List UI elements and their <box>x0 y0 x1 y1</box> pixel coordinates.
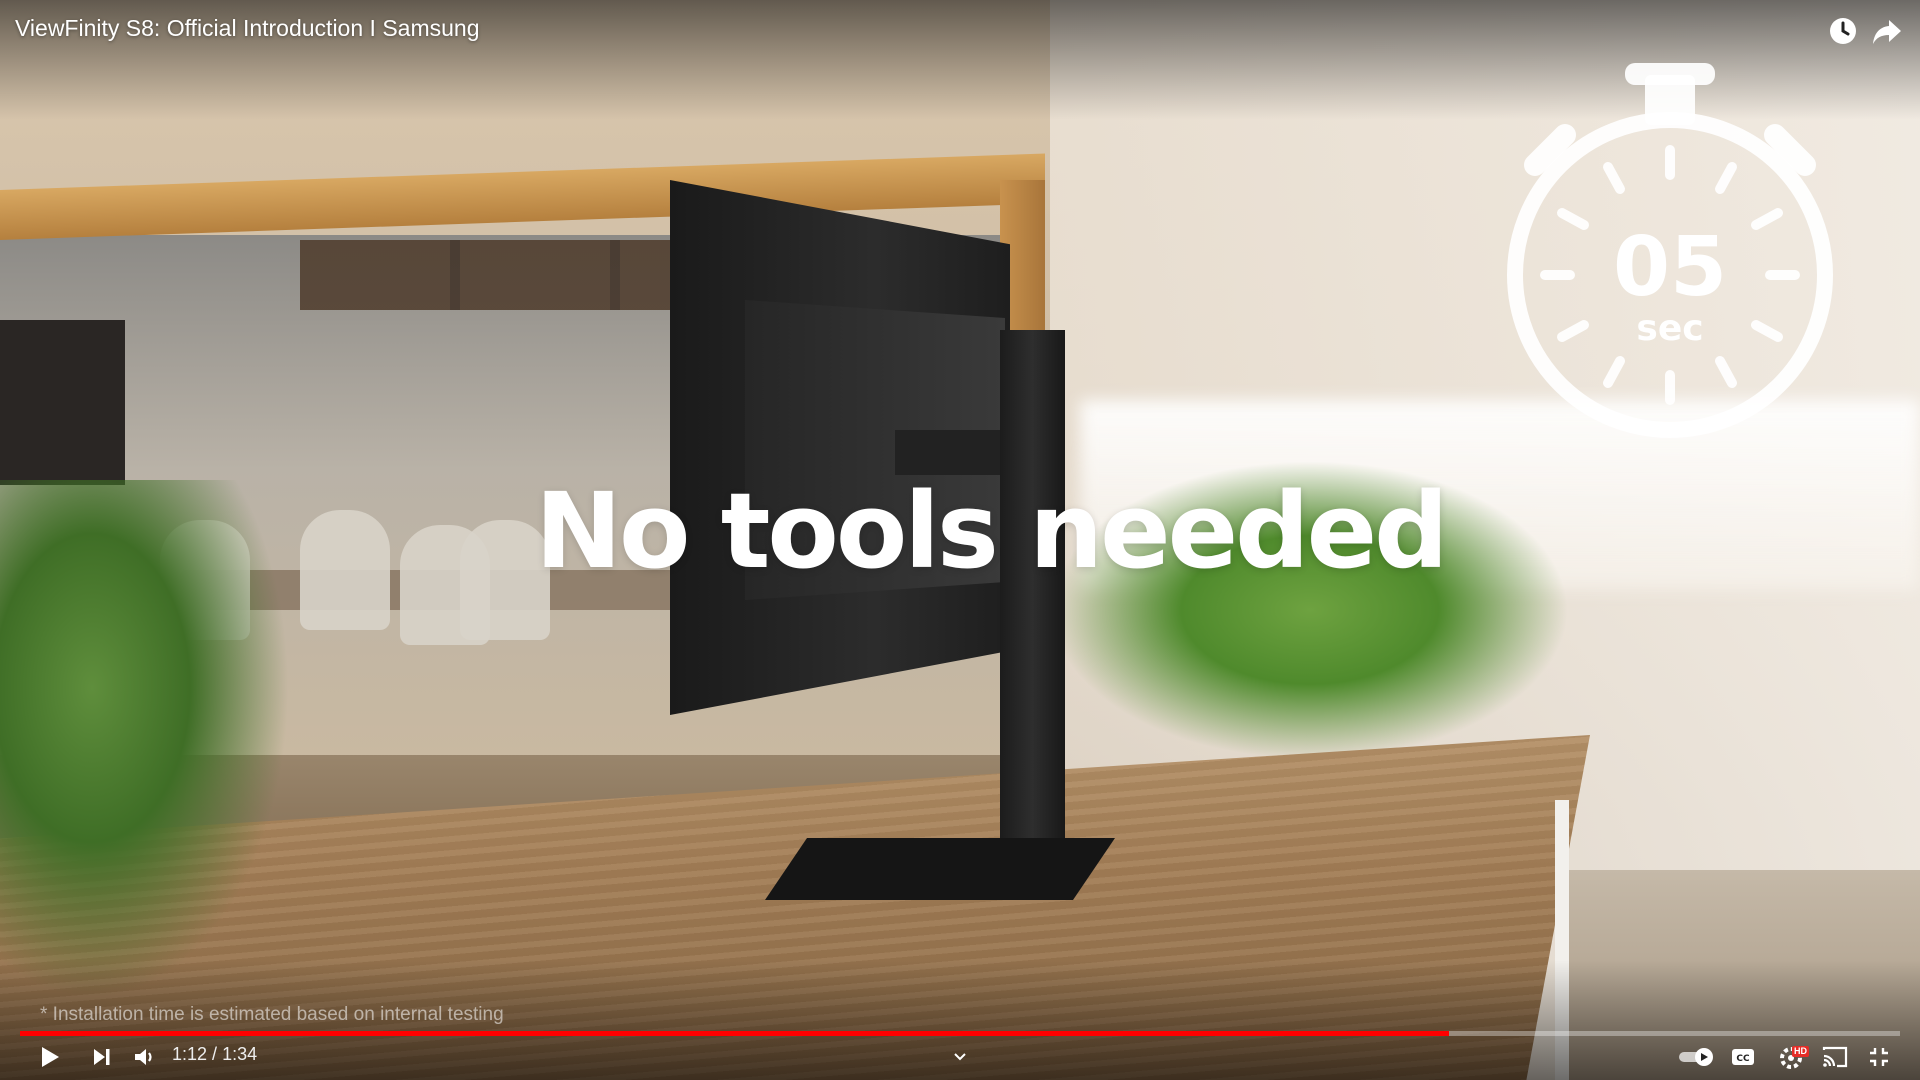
volume-button[interactable] <box>128 1040 162 1074</box>
progress-bar[interactable] <box>20 1031 1900 1036</box>
captions-icon: CC <box>1732 1049 1754 1065</box>
current-time: 1:12 <box>172 1044 208 1064</box>
settings-button[interactable]: HD <box>1772 1040 1812 1074</box>
disclaimer-text: * Installation time is estimated based o… <box>40 1004 504 1025</box>
time-separator: / <box>207 1044 223 1064</box>
autoplay-toggle-icon <box>1679 1048 1713 1066</box>
svg-text:CC: CC <box>1736 1054 1750 1064</box>
chapter-expand-button[interactable] <box>948 1040 972 1074</box>
monitor-mount <box>895 430 1015 475</box>
next-button[interactable] <box>82 1040 122 1074</box>
cast-icon <box>1822 1046 1848 1068</box>
stopwatch-graphic: 05 sec <box>1507 63 1833 438</box>
time-display: 1:12 / 1:34 <box>172 1044 257 1065</box>
video-title[interactable]: ViewFinity S8: Official Introduction I S… <box>15 15 479 42</box>
duration: 1:34 <box>222 1044 258 1064</box>
wall-screen <box>0 320 125 485</box>
plant-left <box>0 480 290 1000</box>
monitor-base <box>765 838 1115 900</box>
next-icon <box>94 1049 110 1065</box>
exit-fullscreen-button[interactable] <box>1862 1040 1896 1074</box>
progress-played <box>20 1031 1449 1036</box>
cast-button[interactable] <box>1818 1040 1852 1074</box>
autoplay-toggle[interactable] <box>1676 1040 1718 1074</box>
exit-fullscreen-icon <box>1870 1048 1888 1066</box>
captions-button[interactable]: CC <box>1726 1040 1760 1074</box>
volume-icon <box>135 1049 152 1065</box>
chevron-down-icon <box>954 1053 966 1061</box>
video-headline: No tools needed <box>535 470 1449 592</box>
watch-later-icon[interactable] <box>1826 14 1860 48</box>
hd-badge: HD <box>1792 1046 1809 1057</box>
monitor-stand <box>1000 330 1065 875</box>
play-button[interactable] <box>30 1040 70 1074</box>
chair <box>300 510 390 630</box>
share-icon[interactable] <box>1870 14 1904 48</box>
timer-unit: sec <box>1636 308 1703 349</box>
timer-value: 05 <box>1613 220 1727 315</box>
play-icon <box>42 1047 59 1067</box>
